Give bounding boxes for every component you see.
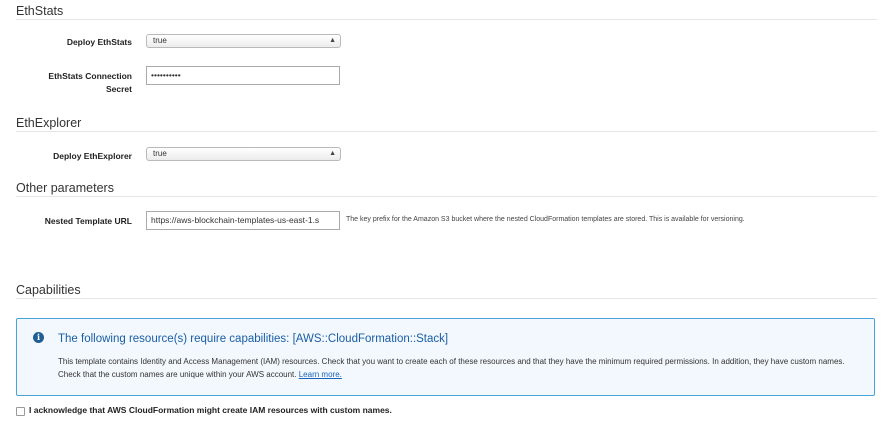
ethstats-secret-input[interactable]: ••••••••••	[146, 66, 340, 85]
section-divider	[16, 131, 877, 132]
acknowledge-checkbox[interactable]	[16, 407, 25, 416]
select-arrows-icon: ▲	[329, 150, 336, 157]
capabilities-notice-text: This template contains Identity and Acce…	[58, 357, 845, 379]
capabilities-notice: i The following resource(s) require capa…	[16, 318, 875, 396]
nested-template-url-label: Nested Template URL	[44, 216, 132, 226]
deploy-ethexplorer-select[interactable]: true ▲	[146, 147, 341, 161]
section-title-other-parameters: Other parameters	[16, 181, 114, 195]
section-divider	[16, 196, 877, 197]
nested-template-url-help: The key prefix for the Amazon S3 bucket …	[346, 216, 745, 223]
deploy-ethstats-label: Deploy EthStats	[66, 37, 132, 47]
nested-template-url-input[interactable]: https://aws-blockchain-templates-us-east…	[146, 211, 340, 230]
deploy-ethexplorer-label: Deploy EthExplorer	[53, 151, 132, 161]
info-icon: i	[33, 332, 44, 343]
ethstats-secret-label: EthStats Connection Secret	[0, 70, 132, 96]
section-divider	[16, 298, 877, 299]
section-divider	[16, 19, 877, 20]
deploy-ethstats-value: true	[153, 36, 167, 45]
section-title-ethstats: EthStats	[16, 4, 64, 18]
capabilities-notice-body: This template contains Identity and Acce…	[58, 355, 858, 381]
capabilities-notice-title: The following resource(s) require capabi…	[58, 333, 449, 345]
ethstats-secret-label-line1: EthStats Connection	[48, 71, 132, 81]
ethstats-secret-label-line2: Secret	[106, 84, 132, 94]
deploy-ethexplorer-value: true	[153, 149, 167, 158]
section-title-capabilities: Capabilities	[16, 283, 81, 297]
select-arrows-icon: ▲	[329, 37, 336, 44]
section-title-ethexplorer: EthExplorer	[16, 116, 82, 130]
acknowledge-label[interactable]: I acknowledge that AWS CloudFormation mi…	[29, 405, 392, 415]
deploy-ethstats-select[interactable]: true ▲	[146, 34, 341, 48]
learn-more-link[interactable]: Learn more.	[299, 370, 342, 379]
